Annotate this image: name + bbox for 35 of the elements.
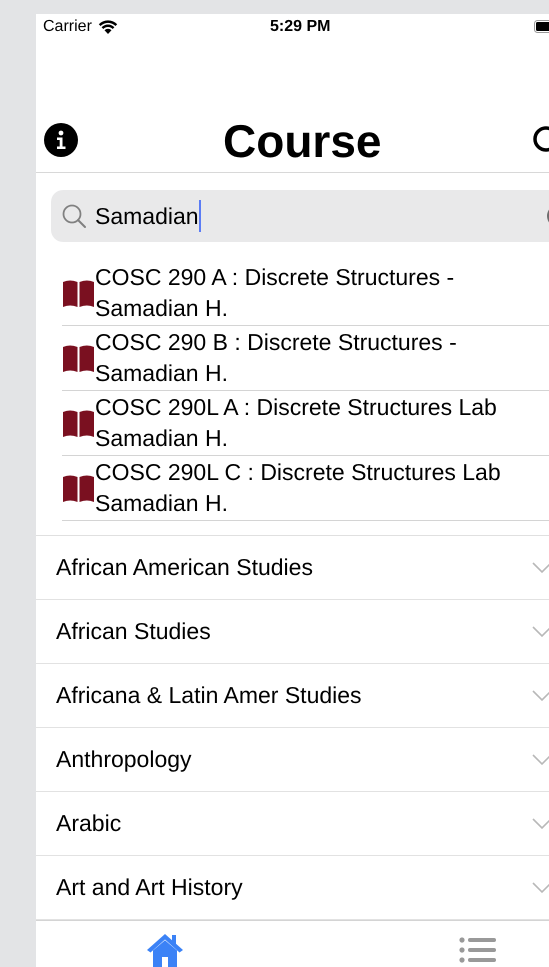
course-title: COSC 290L A : Discrete Structures Lab xyxy=(95,393,497,422)
carrier-label: Carrier xyxy=(43,16,92,37)
department-name: Africana & Latin Amer Studies xyxy=(56,681,362,710)
result-item[interactable]: COSC 290L A : Discrete Structures Lab Samadian H. xyxy=(62,391,549,456)
instructor-name: Samadian H. xyxy=(95,489,229,518)
book-icon xyxy=(62,409,95,437)
department-row[interactable]: Anthropology xyxy=(36,728,549,792)
book-icon xyxy=(62,474,95,502)
home-icon[interactable] xyxy=(145,931,185,967)
book-icon xyxy=(62,279,95,307)
department-name: Arabic xyxy=(56,809,122,838)
department-name: African Studies xyxy=(56,617,211,646)
department-name: Art and Art History xyxy=(56,873,243,902)
result-item[interactable]: COSC 290 B : Discrete Structures - Samadian H. xyxy=(62,326,549,391)
page-title: Course xyxy=(223,114,382,170)
result-item[interactable]: COSC 290 A : Discrete Structures - Samadian H. xyxy=(62,261,549,326)
course-title: COSC 290L C : Discrete Structures Lab xyxy=(95,458,501,487)
result-item[interactable]: COSC 290L C : Discrete Structures Lab Samadian H. xyxy=(62,456,549,521)
clock-time: 5:29 PM xyxy=(270,16,330,37)
wifi-icon xyxy=(98,19,118,34)
department-name: African American Studies xyxy=(56,553,313,582)
department-row[interactable]: African Studies xyxy=(36,600,549,664)
search-field[interactable]: Samadian xyxy=(51,190,549,242)
department-row[interactable]: Arabic xyxy=(36,792,549,856)
department-row[interactable]: Africana & Latin Amer Studies xyxy=(36,664,549,728)
course-title: COSC 290 B : Discrete Structures - xyxy=(95,328,457,357)
department-row[interactable]: African American Studies xyxy=(36,536,549,600)
instructor-name: Samadian H. xyxy=(95,424,229,453)
book-icon xyxy=(62,344,95,372)
department-name: Anthropology xyxy=(56,745,192,774)
search-icon xyxy=(61,203,87,229)
info-icon[interactable] xyxy=(44,123,78,158)
instructor-name: Samadian H. xyxy=(95,294,229,323)
course-title: COSC 290 A : Discrete Structures - xyxy=(95,263,454,292)
instructor-name: Samadian H. xyxy=(95,359,229,388)
